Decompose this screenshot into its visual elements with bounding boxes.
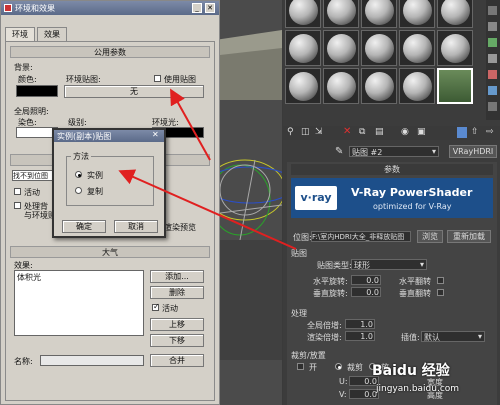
arrow-to-instance-option	[118, 169, 297, 250]
annotation-arrows	[118, 88, 297, 250]
arrow-to-env-map	[170, 88, 211, 161]
watermark-url: jingyan.baidu.com	[376, 384, 460, 394]
watermark-logo: Baidu 经验	[372, 363, 450, 379]
